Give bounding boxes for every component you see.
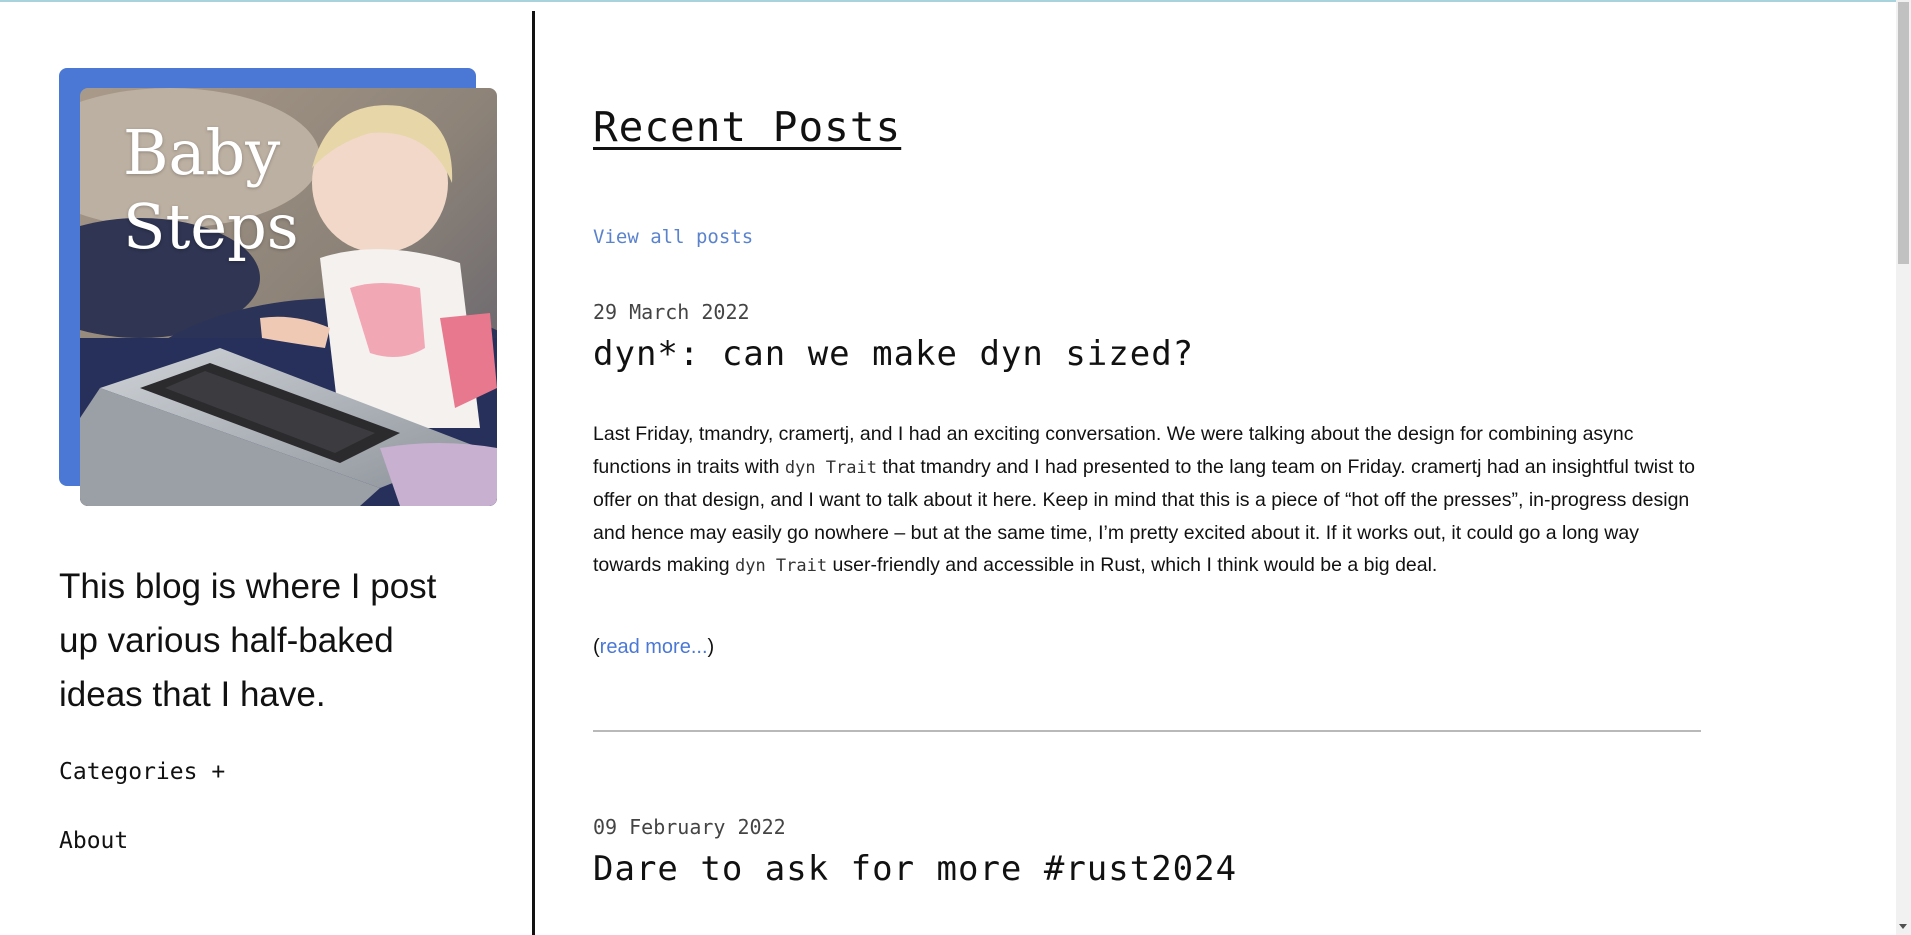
inline-code: dyn Trait [734, 556, 828, 576]
post-divider [593, 730, 1701, 732]
sidebar-divider [532, 11, 535, 935]
site-title-line-1: Baby [123, 116, 281, 189]
read-more-link[interactable]: read more... [600, 636, 708, 658]
categories-toggle[interactable]: Categories + [59, 759, 225, 785]
logo-photo: Baby Steps [80, 88, 497, 506]
read-more-close-paren: ) [707, 636, 715, 658]
vertical-scrollbar[interactable] [1896, 0, 1911, 935]
about-link[interactable]: About [59, 828, 128, 854]
excerpt-text-3: user-friendly and accessible in Rust, wh… [827, 554, 1438, 576]
site-title: Baby Steps [123, 116, 299, 264]
post-title-link[interactable]: dyn*: can we make dyn sized? [593, 334, 1194, 374]
read-more: (read more...) [593, 636, 714, 659]
sidebar: Baby Steps This blog is where I post up … [0, 0, 534, 935]
view-all-posts-link[interactable]: View all posts [593, 226, 753, 248]
site-logo[interactable]: Baby Steps [59, 68, 497, 506]
post-date: 29 March 2022 [593, 300, 750, 324]
post-title-link[interactable]: Dare to ask for more #rust2024 [593, 849, 1237, 889]
site-title-line-2: Steps [123, 190, 299, 263]
scrollbar-thumb[interactable] [1898, 2, 1909, 264]
main-content: Recent Posts View all posts 29 March 202… [593, 0, 1701, 935]
inline-code: dyn Trait [784, 457, 877, 478]
scroll-down-arrow-icon[interactable] [1899, 924, 1907, 929]
post-date: 09 February 2022 [593, 815, 786, 839]
blog-description: This blog is where I post up various hal… [59, 567, 437, 714]
read-more-open-paren: ( [593, 636, 600, 658]
post-excerpt: Last Friday, tmandry, cramertj, and I ha… [593, 418, 1701, 583]
page-title: Recent Posts [593, 103, 902, 151]
